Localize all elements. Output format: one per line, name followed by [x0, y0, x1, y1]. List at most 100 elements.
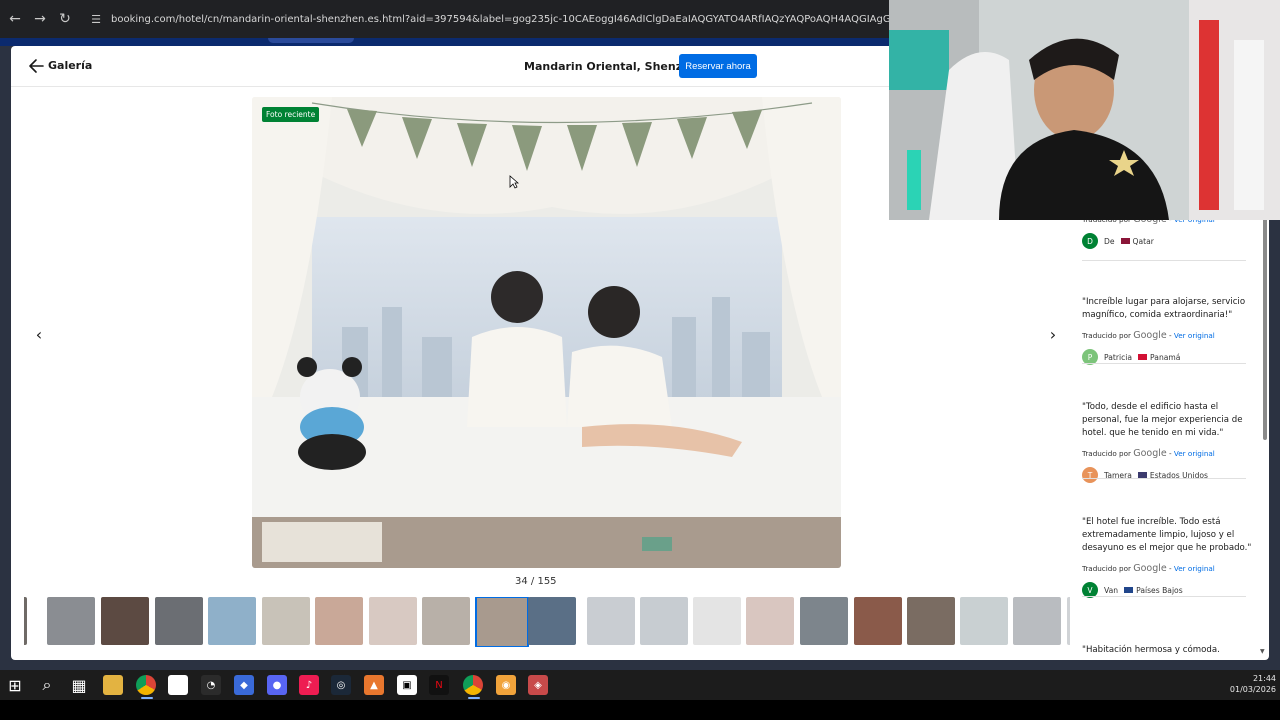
review-quote: "Increíble lugar para alojarse, servicio…: [1082, 297, 1246, 320]
thumbnail[interactable]: [746, 597, 794, 645]
google-logo: Google: [1133, 330, 1167, 341]
thumbnail[interactable]: [1013, 597, 1061, 645]
system-clock[interactable]: 21:44 01/03/2026: [1226, 673, 1276, 695]
recent-photo-badge: Foto reciente: [262, 107, 320, 122]
reviewer-name: Van: [1104, 585, 1119, 595]
translated-by: Traducido por Google - Ver original: [1082, 330, 1252, 341]
thumbnail[interactable]: [640, 597, 688, 645]
gallery-back-label[interactable]: Galería: [48, 59, 92, 72]
windows-icon[interactable]: ⊞: [5, 675, 25, 695]
notepad-icon[interactable]: [168, 675, 188, 695]
thumbnail[interactable]: [528, 597, 576, 645]
task-view-icon[interactable]: ▦: [69, 675, 89, 695]
avatar: D: [1082, 233, 1098, 249]
thumbnail-active[interactable]: [475, 597, 529, 647]
next-photo-icon[interactable]: ›: [1044, 324, 1062, 344]
thumbnail[interactable]: [101, 597, 149, 645]
review-divider: [1082, 596, 1246, 597]
thumbnail[interactable]: [155, 597, 203, 645]
chrome-profile-icon[interactable]: [463, 675, 483, 695]
review-divider: [1082, 260, 1246, 261]
app2-icon[interactable]: ▲: [364, 675, 384, 695]
review-item: "El hotel fue increíble. Todo está extre…: [1082, 516, 1252, 598]
site-header-pill: [268, 38, 354, 43]
review-item: Traducido por Google - Ver original D De…: [1082, 216, 1252, 249]
forward-nav-icon[interactable]: →: [28, 7, 52, 31]
reviews-scrollbar[interactable]: [1263, 218, 1267, 440]
thumbnail[interactable]: [907, 597, 955, 645]
translated-by-label: Traducido por: [1082, 564, 1131, 573]
photo-counter: 34 / 155: [515, 576, 557, 587]
thumbnail[interactable]: [960, 597, 1008, 645]
avatar: T: [1082, 467, 1098, 483]
capcut-icon[interactable]: ▣: [397, 675, 417, 695]
country-flag-icon: [1124, 587, 1134, 593]
view-original-link[interactable]: Ver original: [1174, 564, 1215, 573]
thumbnail[interactable]: [587, 597, 635, 645]
thumbnail[interactable]: [854, 597, 902, 645]
thumbnail[interactable]: [693, 597, 741, 645]
review-item: "Habitación hermosa y cómoda.: [1082, 644, 1252, 657]
discord-icon[interactable]: ●: [267, 675, 287, 695]
reviewer: D De Qatar: [1082, 233, 1252, 249]
app-icon[interactable]: ◆: [234, 675, 254, 695]
reserve-now-button[interactable]: Reservar ahora: [679, 54, 757, 78]
active-app-indicator: [141, 697, 153, 699]
main-photo[interactable]: [252, 97, 841, 568]
back-arrow-icon[interactable]: [27, 56, 47, 76]
country-flag-icon: [1138, 354, 1148, 360]
reviewer-country: Qatar: [1132, 236, 1154, 246]
review-item: "Increíble lugar para alojarse, servicio…: [1082, 296, 1252, 365]
thumbnail[interactable]: [208, 597, 256, 645]
reviewer-country: Panamá: [1150, 352, 1181, 362]
thumbnail[interactable]: [800, 597, 848, 645]
translated-by-dash: -: [1166, 449, 1174, 458]
clock-date: 01/03/2026: [1229, 685, 1276, 694]
review-divider: [1082, 478, 1246, 479]
country-flag-icon: [1120, 238, 1130, 244]
review-item: "Todo, desde el edificio hasta el person…: [1082, 401, 1252, 483]
review-quote: "Habitación hermosa y cómoda.: [1082, 645, 1220, 655]
google-logo: Google: [1133, 448, 1167, 459]
google-logo: Google: [1133, 563, 1167, 574]
reload-icon[interactable]: ↻: [53, 7, 77, 31]
thumbnail[interactable]: [47, 597, 95, 645]
app3-icon[interactable]: ◉: [496, 675, 516, 695]
gauge-icon[interactable]: ◔: [201, 675, 221, 695]
translated-by-label: Traducido por: [1082, 331, 1131, 340]
view-original-link[interactable]: Ver original: [1174, 331, 1215, 340]
thumbnail[interactable]: [422, 597, 470, 645]
reviewer-name: Patricia: [1104, 352, 1133, 362]
translated-by-label: Traducido por: [1082, 449, 1131, 458]
view-original-link[interactable]: Ver original: [1174, 449, 1215, 458]
app4-icon[interactable]: ◈: [528, 675, 548, 695]
reviewer: T Tamera Estados Unidos: [1082, 467, 1252, 483]
thumbnail[interactable]: [369, 597, 417, 645]
back-nav-icon[interactable]: ←: [3, 7, 27, 31]
review-quote: "El hotel fue increíble. Todo está extre…: [1082, 517, 1252, 553]
mouse-cursor-icon: [509, 175, 519, 189]
chrome-icon[interactable]: [136, 675, 156, 695]
taskbar: ⊞ ⌕ ▦ ◔ ◆ ● ♪ ◎ ▲ ▣ N ◉ ◈: [0, 670, 1280, 700]
reviews-panel: Traducido por Google - Ver original D De…: [1082, 216, 1257, 660]
review-divider: [1082, 363, 1246, 364]
previous-photo-icon[interactable]: ‹: [30, 324, 48, 344]
webcam-overlay: [889, 0, 1280, 220]
thumbnail[interactable]: [1067, 597, 1070, 645]
reviewer-country: Países Bajos: [1136, 585, 1183, 595]
search-icon[interactable]: ⌕: [37, 675, 57, 695]
tiktok-icon[interactable]: ♪: [299, 675, 319, 695]
active-app-indicator: [468, 697, 480, 699]
address-bar[interactable]: booking.com/hotel/cn/mandarin-oriental-s…: [111, 14, 901, 25]
translated-by-dash: -: [1166, 564, 1174, 573]
netflix-icon[interactable]: N: [429, 675, 449, 695]
thumbnail[interactable]: [24, 597, 27, 645]
thumbnail[interactable]: [262, 597, 310, 645]
site-settings-icon[interactable]: ☰: [87, 13, 105, 26]
translated-by: Traducido por Google - Ver original: [1082, 448, 1252, 459]
file-explorer-icon[interactable]: [103, 675, 123, 695]
scroll-down-arrow-icon[interactable]: ▼: [1260, 648, 1265, 655]
review-quote: "Todo, desde el edificio hasta el person…: [1082, 402, 1243, 438]
thumbnail[interactable]: [315, 597, 363, 645]
steam-icon[interactable]: ◎: [331, 675, 351, 695]
